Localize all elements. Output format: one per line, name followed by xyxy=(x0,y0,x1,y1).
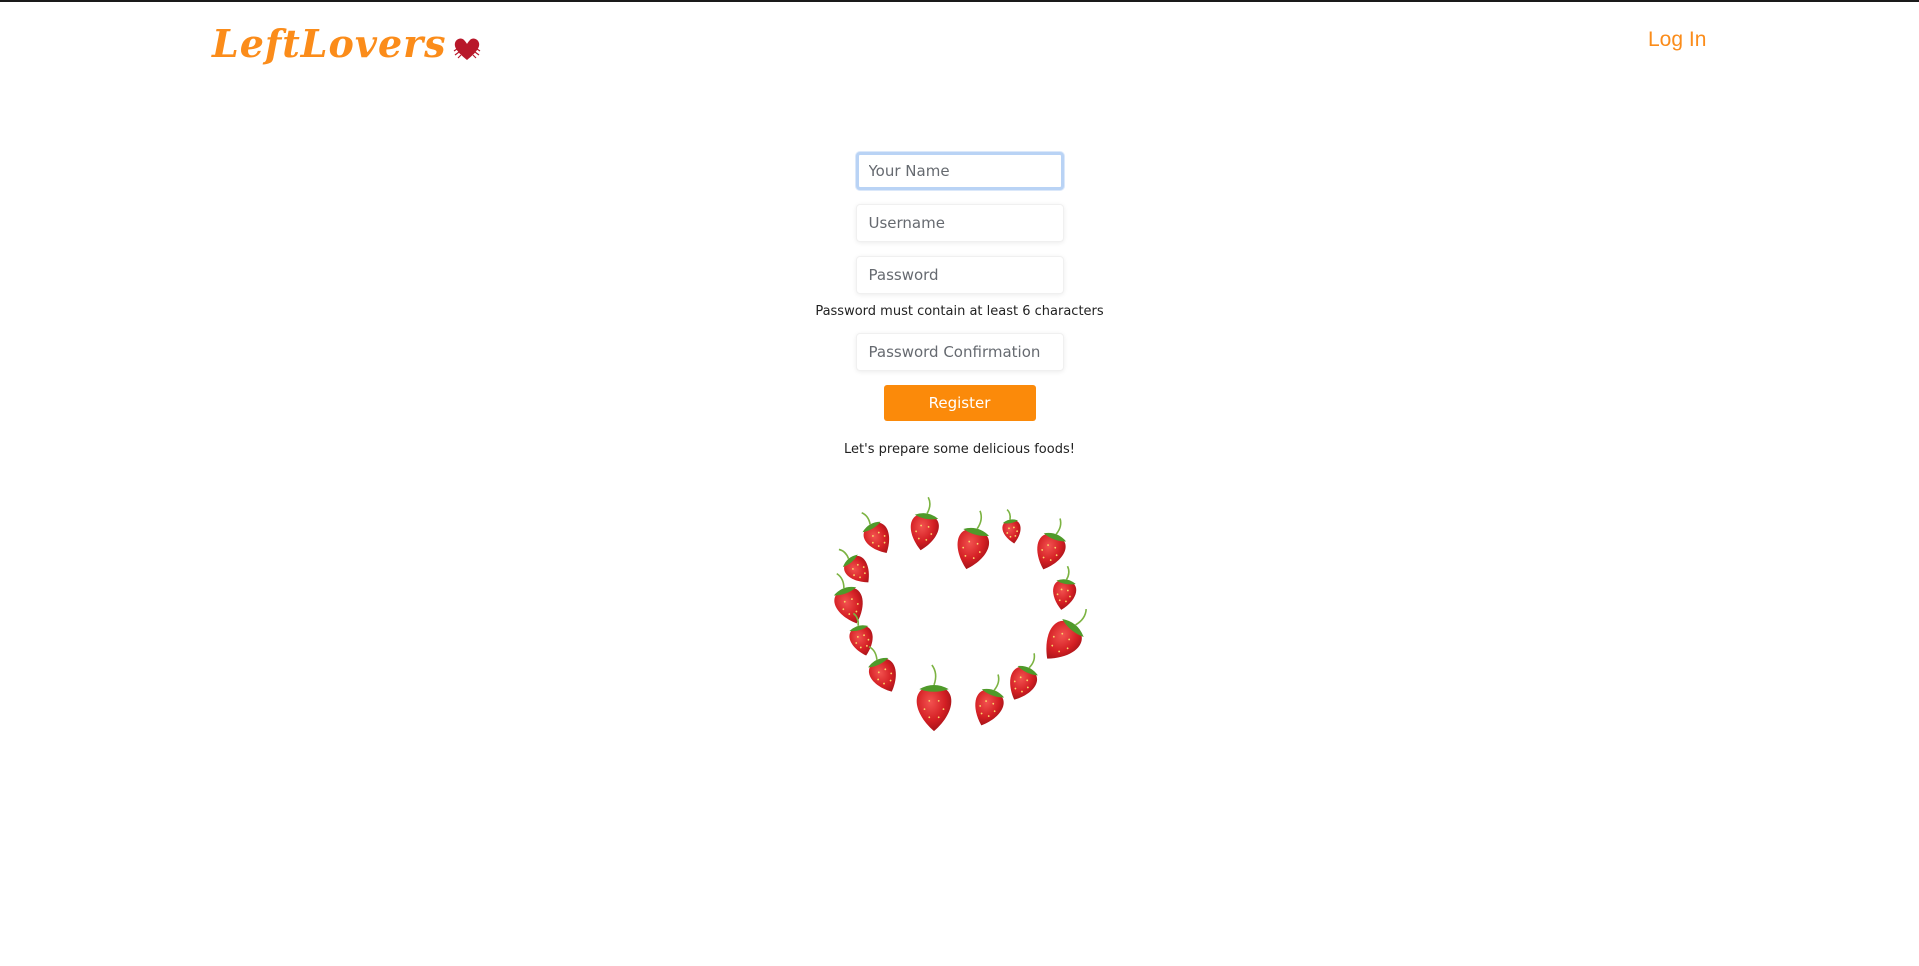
navbar: LeftLovers Log In xyxy=(0,2,1919,92)
strawberry-shape xyxy=(1010,653,1038,700)
strawberry-shape xyxy=(1046,608,1087,659)
strawberry-shape xyxy=(1002,508,1021,544)
strawberry-shape xyxy=(975,674,1005,726)
strawberry-shape xyxy=(838,548,869,583)
register-form: Password must contain at least 6 charact… xyxy=(0,152,1919,457)
strawberry-shape xyxy=(861,512,890,553)
strawberry-shape xyxy=(957,510,990,570)
register-button[interactable]: Register xyxy=(883,385,1036,421)
password-input[interactable] xyxy=(855,256,1064,294)
strawberry-shape xyxy=(1053,565,1077,610)
brand-name: LeftLovers xyxy=(212,21,447,66)
username-input[interactable] xyxy=(855,204,1064,242)
heart-icon xyxy=(453,38,480,60)
brand-logo-link[interactable]: LeftLovers xyxy=(212,22,481,66)
tagline: Let's prepare some delicious foods! xyxy=(844,442,1075,457)
login-link[interactable]: Log In xyxy=(1648,28,1706,52)
strawberry-shape xyxy=(1037,518,1067,570)
strawberry-heart-illustration xyxy=(833,496,1087,732)
strawberry-shape xyxy=(916,664,952,732)
password-confirmation-input[interactable] xyxy=(855,333,1064,371)
password-hint: Password must contain at least 6 charact… xyxy=(815,304,1104,319)
name-input[interactable] xyxy=(855,152,1064,190)
strawberry-shape xyxy=(910,496,939,551)
